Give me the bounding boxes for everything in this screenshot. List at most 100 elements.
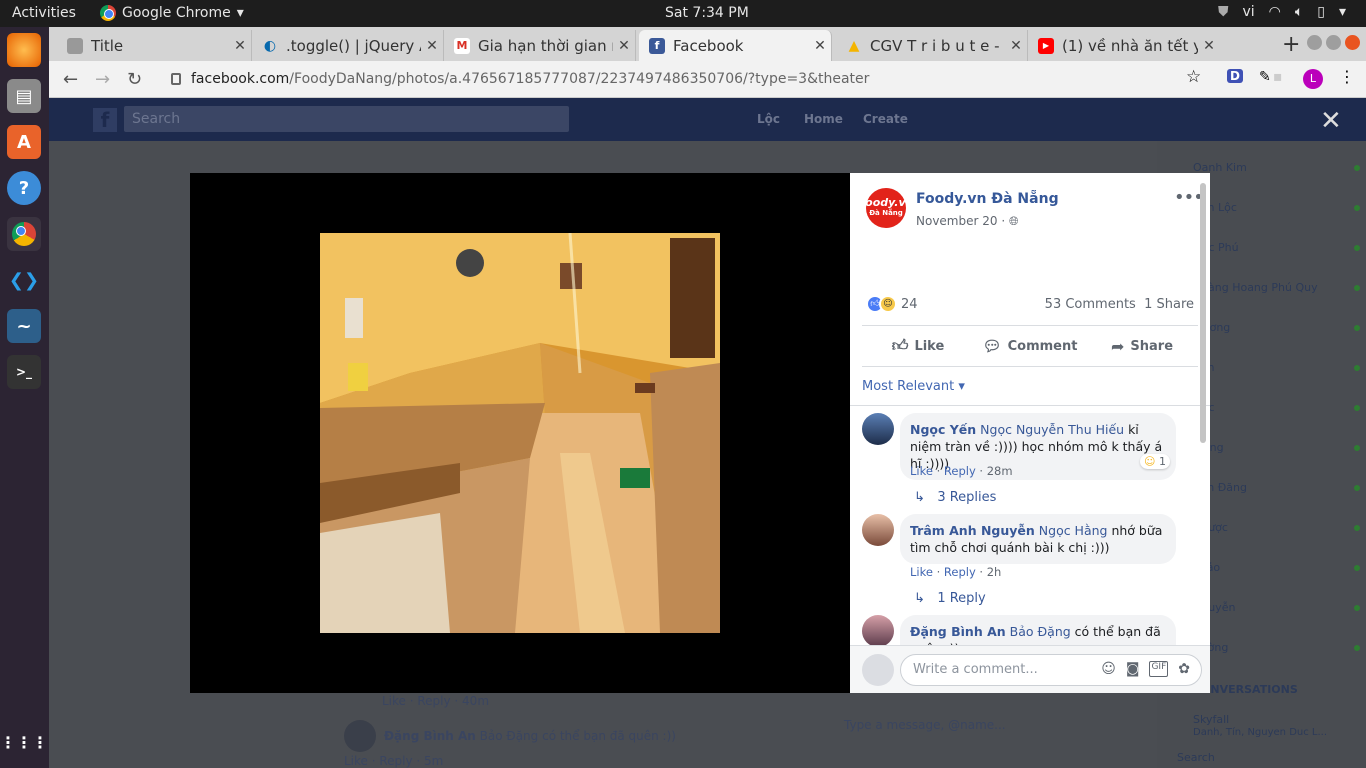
post-date[interactable]: November 20 · 🌐︎ (916, 214, 1019, 229)
header-user[interactable]: Lộc (757, 112, 780, 126)
new-tab-button[interactable]: + (1282, 32, 1300, 57)
scrollbar[interactable] (1200, 183, 1206, 443)
comment-button[interactable]: 💬︎ Comment (974, 326, 1086, 366)
chat-search-input[interactable]: Search (1177, 751, 1215, 764)
like-button[interactable]: 👍︎ Like (862, 326, 974, 366)
chevron-down-icon[interactable]: ▾ (1339, 4, 1346, 20)
shield-icon[interactable]: ⛊ (1218, 4, 1229, 20)
photo-image[interactable] (320, 233, 720, 633)
view-replies-link[interactable]: ↳ 3 Replies (914, 490, 996, 505)
tab-facebook[interactable]: f Facebook ✕ (639, 30, 832, 61)
star-icon[interactable]: ☆ (1186, 67, 1201, 87)
terminal-icon[interactable]: >_ (7, 355, 41, 389)
activities-button[interactable]: Activities (12, 5, 76, 21)
comment-reply-link[interactable]: Reply (944, 464, 976, 478)
tab-google-drive[interactable]: ▲CGV T r i b u t e - Go✕ (836, 30, 1028, 61)
software-center-icon[interactable]: A (7, 125, 41, 159)
help-icon[interactable]: ? (7, 171, 41, 205)
volume-icon[interactable]: 🔈︎ (1295, 4, 1303, 20)
chrome-icon (100, 5, 116, 21)
sticker-icon[interactable]: ✿ (1178, 661, 1190, 677)
language-indicator[interactable]: vi (1242, 4, 1254, 20)
apps-grid-icon[interactable]: ⋮⋮⋮ (0, 725, 48, 759)
header-create[interactable]: Create (863, 112, 908, 126)
facebook-search-input[interactable]: Search (124, 106, 569, 132)
facebook-logo-icon[interactable]: f (93, 108, 117, 132)
app-menu[interactable]: Google Chrome ▾ (100, 5, 244, 21)
menu-dots-icon[interactable]: ⋮ (1339, 67, 1355, 86)
header-home[interactable]: Home (804, 112, 843, 126)
write-comment-bar: Write a comment... ☺ ◙ GIF ✿ (850, 645, 1210, 693)
more-options-icon[interactable]: ••• (1174, 187, 1204, 208)
haha-reaction-icon: ☺ (1144, 455, 1156, 468)
avatar[interactable] (862, 413, 894, 445)
wifi-icon[interactable]: ◠ (1269, 4, 1281, 20)
close-icon[interactable]: ✕ (1005, 38, 1027, 54)
comment-reply-link[interactable]: Reply (944, 565, 976, 579)
comment-author[interactable]: Ngọc Yến (910, 422, 976, 437)
post-author[interactable]: Foody.vn Đà Nẵng (916, 191, 1059, 207)
firefox-icon[interactable] (7, 33, 41, 67)
avatar[interactable] (862, 514, 894, 546)
comment-like-link[interactable]: Like (910, 565, 933, 579)
close-icon[interactable]: ✕ (1198, 38, 1220, 54)
share-button[interactable]: ➦ Share (1086, 326, 1198, 366)
battery-icon[interactable]: ▯ (1317, 4, 1325, 20)
comment-like-link[interactable]: Like (910, 464, 933, 478)
comment-time[interactable]: 2h (987, 565, 1002, 579)
minimize-button[interactable] (1307, 35, 1322, 50)
conversation-name[interactable]: Skyfall (1193, 713, 1229, 726)
comment-tag[interactable]: Ngọc Hằng (1039, 523, 1108, 538)
close-icon[interactable]: ✕ (229, 38, 251, 54)
view-replies-link[interactable]: ↳ 1 Reply (914, 591, 986, 606)
mysql-workbench-icon[interactable]: ~ (7, 309, 41, 343)
address-bar[interactable]: facebook.com/FoodyDaNang/photos/a.476567… (167, 65, 1207, 94)
close-icon[interactable]: ✕ (809, 38, 831, 54)
avatar[interactable] (862, 615, 894, 647)
maximize-button[interactable] (1326, 35, 1341, 50)
tab-gmail[interactable]: M Gia hạn thời gian n ✕ (444, 30, 636, 61)
comments-count[interactable]: 53 Comments (1045, 297, 1136, 312)
eyedropper-icon[interactable]: ✎ (1259, 69, 1271, 85)
emoji-icon[interactable]: ☺ (1101, 661, 1116, 677)
comment-author[interactable]: Trâm Anh Nguyễn (910, 523, 1035, 538)
tab-jquery[interactable]: ◐ .toggle() | jQuery A ✕ (252, 30, 444, 61)
tab-title[interactable]: Title ✕ (57, 30, 252, 61)
page-avatar[interactable]: Foody.vn Đà Nẵng (859, 188, 914, 228)
shares-count[interactable]: 1 Share (1144, 297, 1194, 312)
online-status-dot (1354, 445, 1360, 451)
chrome-dock-icon[interactable] (7, 217, 41, 251)
reactions-summary[interactable]: 👍︎ ☺ 24 (866, 295, 918, 313)
online-status-dot (1354, 285, 1360, 291)
files-icon[interactable]: ▤ (7, 79, 41, 113)
chevron-down-icon: ▾ (236, 5, 244, 21)
vscode-icon[interactable]: ❮❯ (7, 263, 41, 297)
camera-icon[interactable]: ◙ (1126, 661, 1140, 677)
comment-author[interactable]: Đặng Bình An (910, 624, 1006, 639)
close-icon[interactable]: ✕ (421, 38, 443, 54)
speech-bubble-icon: 💬︎ (982, 337, 1002, 355)
close-icon[interactable]: ✕ (613, 38, 635, 54)
back-arrow-icon[interactable]: ← (63, 69, 78, 90)
avatar (862, 654, 894, 686)
comment-time[interactable]: 28m (987, 464, 1013, 478)
comment-reaction-badge[interactable]: ☺ 1 (1140, 454, 1170, 469)
tab-youtube[interactable]: ▶ (1) về nhà ăn tết ye ✕ (1028, 30, 1220, 61)
close-theater-button[interactable]: ✕ (1320, 106, 1342, 136)
divider (850, 405, 1210, 406)
forward-arrow-icon[interactable]: → (95, 69, 110, 90)
close-window-button[interactable] (1345, 35, 1360, 50)
sort-comments-dropdown[interactable]: Most Relevant ▾ (862, 379, 965, 394)
chat-input-placeholder: Type a message, @name... (844, 718, 1006, 732)
comment-tag[interactable]: Ngọc Nguyễn Thu Hiếu (980, 422, 1124, 437)
gif-icon[interactable]: GIF (1149, 661, 1169, 677)
clock[interactable]: Sat 7:34 PM (665, 5, 749, 21)
extension-icon[interactable]: ▪ (1273, 69, 1283, 85)
reload-icon[interactable]: ↻ (127, 69, 142, 90)
extension-d-icon[interactable]: D (1227, 69, 1243, 83)
background-comment-meta: Like · Reply · 5m (344, 754, 444, 768)
lock-icon[interactable] (171, 73, 181, 85)
chat-contact[interactable]: Hoàng Hoang Phú Quy (1193, 281, 1318, 294)
comment-tag[interactable]: Bảo Đặng (1010, 624, 1071, 639)
profile-avatar[interactable]: L (1303, 69, 1323, 89)
